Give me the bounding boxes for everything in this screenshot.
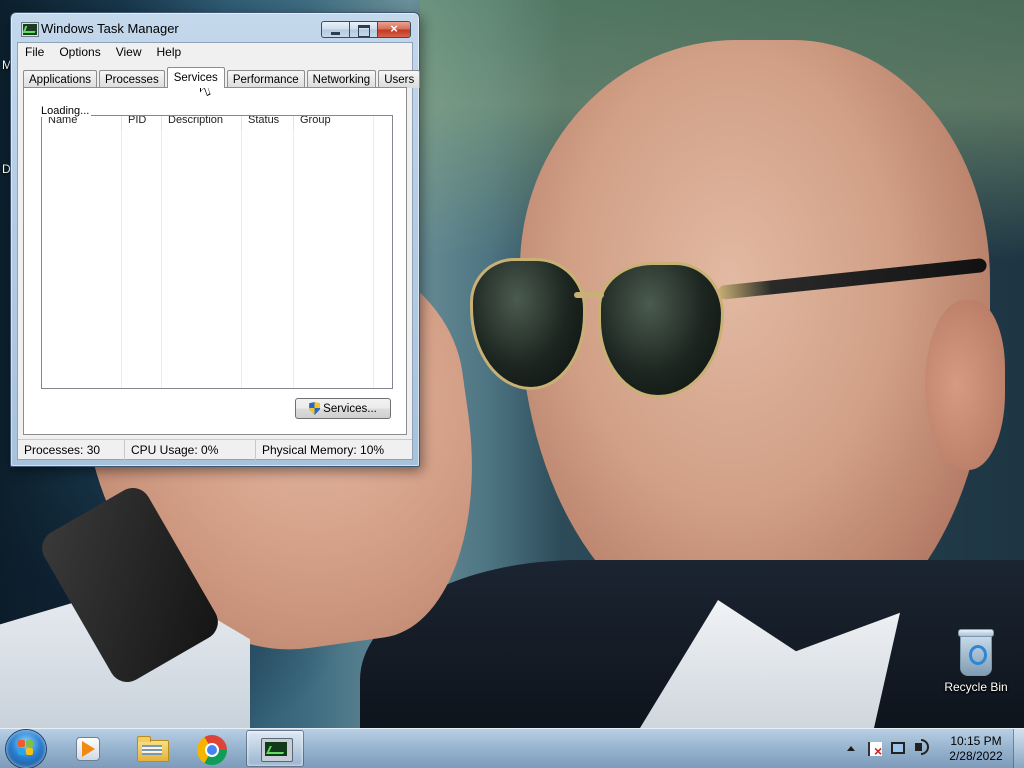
tab-applications[interactable]: Applications (23, 70, 98, 88)
maximize-icon (358, 25, 370, 37)
taskbar-chrome[interactable] (183, 730, 241, 767)
title-bar[interactable]: Windows Task Manager × (11, 13, 419, 43)
minimize-button[interactable] (321, 21, 349, 38)
menu-bar: File Options View Help (18, 43, 412, 62)
menu-view[interactable]: View (109, 43, 150, 62)
menu-file[interactable]: File (18, 43, 52, 62)
wallpaper-sunglasses-bridge (574, 292, 604, 298)
loading-text: Loading... (41, 105, 92, 117)
tab-users[interactable]: Users (378, 70, 421, 88)
taskbar-task-manager[interactable] (246, 730, 304, 767)
recycle-bin-shortcut[interactable]: Recycle Bin (940, 628, 1012, 694)
task-manager-icon (21, 22, 39, 37)
status-cpu-usage: CPU Usage: 0% (125, 440, 256, 460)
chrome-icon (197, 735, 227, 765)
task-manager-window[interactable]: Windows Task Manager × File Options View… (10, 12, 421, 467)
status-physical-memory: Physical Memory: 10% (262, 443, 385, 457)
action-center-flag-icon[interactable] (868, 742, 882, 758)
menu-help[interactable]: Help (150, 43, 190, 62)
tab-strip: Applications Processes Services Performa… (23, 67, 422, 88)
services-list[interactable]: Name PID Description Status Group (41, 115, 393, 389)
wallpaper-head (520, 40, 990, 640)
status-bar: Processes: 30 CPU Usage: 0% Physical Mem… (18, 439, 412, 460)
clock[interactable]: 10:15 PM 2/28/2022 (941, 734, 1011, 764)
column-header-name[interactable]: Name (42, 116, 122, 130)
column-header-group[interactable]: Group (294, 116, 374, 130)
maximize-button[interactable] (349, 21, 377, 38)
column-header-pid[interactable]: PID (122, 116, 162, 130)
tab-services[interactable]: Services (166, 67, 225, 88)
minimize-icon (331, 32, 340, 35)
services-panel: Loading... Name PID Description Status G… (23, 87, 407, 435)
recycle-bin-icon (958, 629, 994, 676)
close-icon: × (390, 21, 398, 36)
window-client-area: File Options View Help Applications Proc… (17, 42, 421, 460)
list-header: Name PID Description Status Group (42, 116, 392, 130)
wallpaper-ear (925, 300, 1005, 470)
list-body (42, 130, 392, 388)
column-header-description[interactable]: Description (162, 116, 242, 130)
network-icon[interactable] (891, 742, 905, 754)
taskbar: 10:15 PM 2/28/2022 (0, 728, 1024, 768)
close-button[interactable]: × (377, 21, 411, 38)
file-explorer-icon (137, 736, 169, 762)
volume-icon[interactable] (915, 739, 929, 755)
tab-processes[interactable]: Processes (99, 70, 165, 88)
tab-networking[interactable]: Networking (306, 70, 377, 88)
show-desktop-button[interactable] (1013, 729, 1024, 768)
taskbar-file-explorer[interactable] (122, 730, 180, 767)
list-scroll-area (373, 116, 392, 388)
column-header-status[interactable]: Status (242, 116, 294, 130)
show-hidden-icons-arrow-icon[interactable] (847, 746, 855, 751)
task-manager-icon (261, 738, 293, 762)
window-controls: × (321, 21, 411, 39)
windows-logo-icon (18, 740, 34, 756)
services-button-label: Services... (323, 402, 377, 415)
uac-shield-icon (309, 402, 321, 415)
clock-time: 10:15 PM (950, 734, 1002, 748)
tab-performance[interactable]: Performance (226, 70, 305, 88)
menu-options[interactable]: Options (52, 43, 108, 62)
window-title: Windows Task Manager (41, 21, 179, 36)
services-button[interactable]: Services... (295, 398, 391, 419)
taskbar-media-player[interactable] (58, 730, 116, 767)
clock-date: 2/28/2022 (949, 749, 1003, 763)
system-tray: 10:15 PM 2/28/2022 (843, 729, 1024, 768)
status-processes: Processes: 30 (18, 440, 125, 460)
media-player-icon (76, 737, 100, 761)
recycle-bin-label: Recycle Bin (944, 680, 1008, 694)
start-button[interactable] (6, 730, 46, 768)
